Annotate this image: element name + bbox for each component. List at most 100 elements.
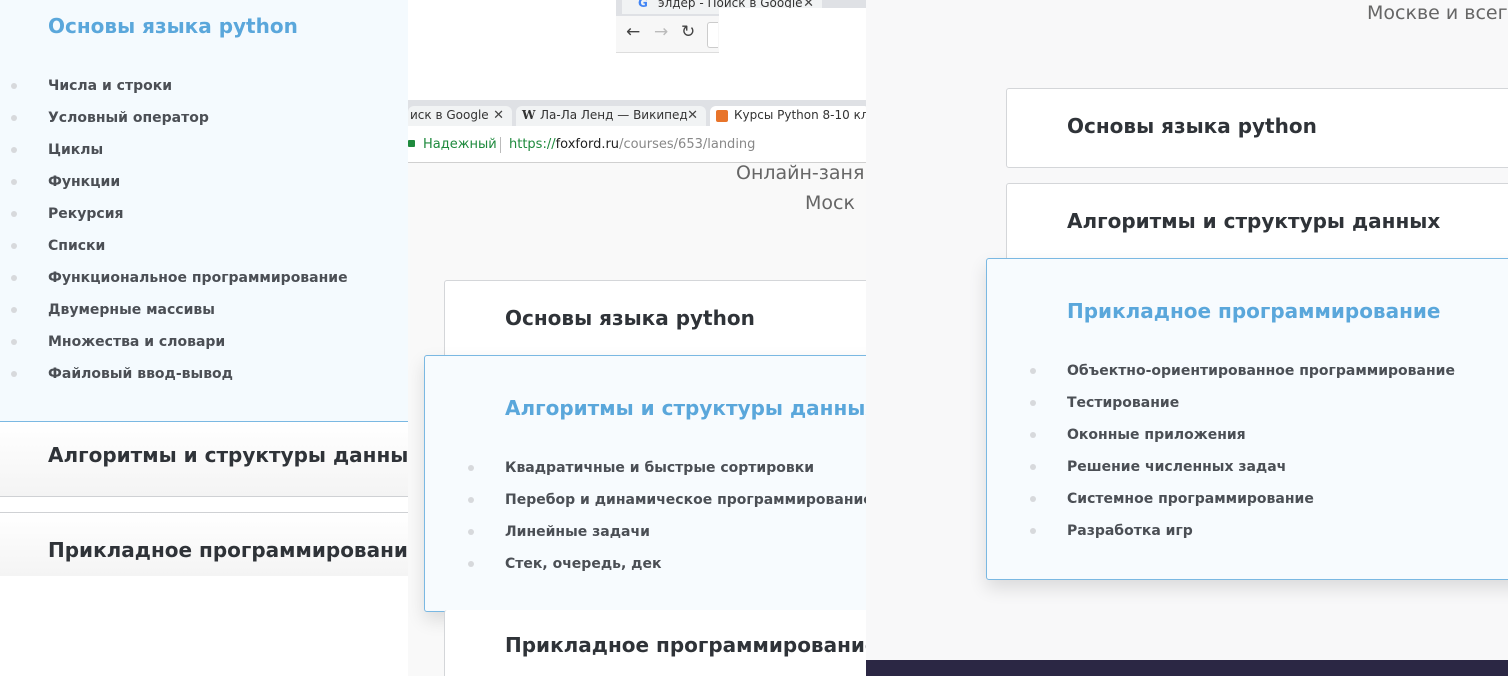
left-section-title-applied[interactable]: Прикладное программирование <box>48 538 408 562</box>
browser-top-fragment: G элдер - Поиск в Google ✕ ← → ↻ <box>616 0 866 100</box>
dark-footer-band <box>866 660 1508 676</box>
topic-label: Списки <box>48 238 106 254</box>
divider <box>500 137 501 153</box>
bullet-icon <box>11 147 17 153</box>
list-item: Условный оператор <box>11 110 209 126</box>
header-line: Москве и всег <box>1367 2 1508 24</box>
url-scheme: https:// <box>509 137 556 152</box>
card-title-python[interactable]: Основы языка python <box>505 306 755 330</box>
omnibox-edge[interactable] <box>707 22 718 48</box>
list-item: Множества и словари <box>11 334 226 350</box>
bullet-icon <box>1030 464 1036 470</box>
tab-google-search[interactable]: иск в Google ✕ <box>408 106 512 126</box>
list-item: Оконные приложения <box>1030 427 1246 443</box>
bullet-icon <box>11 243 17 249</box>
header-line-1: Онлайн-заня <box>736 162 865 184</box>
back-icon[interactable]: ← <box>626 22 640 42</box>
topic-label: Квадратичные и быстрые сортировки <box>505 460 815 476</box>
close-icon[interactable]: ✕ <box>493 108 504 123</box>
list-item: Файловый ввод-вывод <box>11 366 233 382</box>
list-item: Перебор и динамическое программирование <box>468 492 866 508</box>
card-title-applied[interactable]: Прикладное программирование <box>1067 299 1440 323</box>
topic-label: Числа и строки <box>48 78 173 94</box>
card-title-algorithms[interactable]: Алгоритмы и структуры данных <box>1067 209 1440 233</box>
tab-wikipedia[interactable]: W Ла-Ла Ленд — Википед ✕ <box>516 106 706 126</box>
tab-label: иск в Google <box>410 108 489 122</box>
bullet-icon <box>11 371 17 377</box>
topic-label: Перебор и динамическое программирование <box>505 492 866 508</box>
list-item: Решение численных задач <box>1030 459 1287 475</box>
list-item: Функциональное программирование <box>11 270 348 286</box>
close-icon[interactable]: ✕ <box>687 108 698 123</box>
bullet-icon <box>1030 368 1036 374</box>
list-item: Двумерные массивы <box>11 302 215 318</box>
topic-label: Функции <box>48 174 121 190</box>
list-item: Числа и строки <box>11 78 173 94</box>
list-item: Функции <box>11 174 121 190</box>
tab-foxford-active[interactable]: Курсы Python 8-10 класс <box>710 106 866 126</box>
list-item: Тестирование <box>1030 395 1180 411</box>
bullet-icon <box>11 115 17 121</box>
topic-label: Циклы <box>48 142 104 158</box>
url-path: /courses/653/landing <box>619 137 756 152</box>
bullet-icon <box>468 529 474 535</box>
topic-label: Решение численных задач <box>1067 459 1287 475</box>
list-item: Циклы <box>11 142 104 158</box>
left-course-panel: Основы языка python Числа и строки Услов… <box>0 0 408 576</box>
topic-label: Тестирование <box>1067 395 1180 411</box>
list-item: Объектно-ориентированное программировани… <box>1030 363 1455 379</box>
topic-label: Объектно-ориентированное программировани… <box>1067 363 1455 379</box>
list-item: Системное программирование <box>1030 491 1314 507</box>
lock-icon <box>408 140 415 147</box>
bullet-icon <box>1030 528 1036 534</box>
reload-icon[interactable]: ↻ <box>681 22 695 42</box>
right-course-panel: Москве и всег Основы языка python Алгори… <box>866 0 1508 676</box>
foxford-icon <box>716 110 728 122</box>
topic-label: Функциональное программирование <box>48 270 348 286</box>
list-item: Линейные задачи <box>468 524 650 540</box>
bullet-icon <box>11 339 17 345</box>
google-icon: G <box>638 0 648 10</box>
middle-browser-panel: иск в Google ✕ W Ла-Ла Ленд — Википед ✕ … <box>408 100 866 676</box>
bullet-icon <box>11 211 17 217</box>
list-item: Квадратичные и быстрые сортировки <box>468 460 815 476</box>
list-item: Стек, очередь, дек <box>468 556 662 572</box>
topic-label: Разработка игр <box>1067 523 1193 539</box>
bullet-icon <box>11 179 17 185</box>
url-text[interactable]: https://foxford.ru/courses/653/landing <box>509 137 755 152</box>
topic-label: Стек, очередь, дек <box>505 556 662 572</box>
bullet-icon <box>11 275 17 281</box>
bullet-icon <box>468 497 474 503</box>
bullet-icon <box>1030 400 1036 406</box>
card-title-python[interactable]: Основы языка python <box>1067 114 1317 138</box>
blank-area <box>719 8 866 100</box>
topic-label: Файловый ввод-вывод <box>48 366 233 382</box>
topic-label: Двумерные массивы <box>48 302 215 318</box>
secure-label: Надежный <box>423 137 497 152</box>
list-item: Разработка игр <box>1030 523 1193 539</box>
topic-label: Множества и словари <box>48 334 226 350</box>
topic-label: Системное программирование <box>1067 491 1314 507</box>
url-domain: foxford.ru <box>555 137 620 152</box>
address-bar[interactable]: Надежный https://foxford.ru/courses/653/… <box>408 126 866 163</box>
tab-label: Ла-Ла Ленд — Википед <box>540 108 688 122</box>
left-section-title-python[interactable]: Основы языка python <box>48 14 298 38</box>
topic-label: Линейные задачи <box>505 524 650 540</box>
bullet-icon <box>468 465 474 471</box>
topic-label: Оконные приложения <box>1067 427 1246 443</box>
topic-label: Условный оператор <box>48 110 209 126</box>
left-section-title-algorithms[interactable]: Алгоритмы и структуры данных <box>48 443 408 467</box>
bullet-icon <box>11 83 17 89</box>
list-item: Рекурсия <box>11 206 124 222</box>
bullet-icon <box>1030 432 1036 438</box>
bullet-icon <box>468 561 474 567</box>
header-line-2: Моск <box>805 192 855 214</box>
tab-label: Курсы Python 8-10 класс <box>734 108 866 122</box>
wikipedia-icon: W <box>522 108 536 122</box>
forward-icon[interactable]: → <box>654 22 668 42</box>
course-card-algorithms-expanded[interactable] <box>424 355 866 612</box>
topic-label: Рекурсия <box>48 206 124 222</box>
card-title-applied[interactable]: Прикладное программирование <box>505 633 866 657</box>
list-item: Списки <box>11 238 106 254</box>
card-title-algorithms[interactable]: Алгоритмы и структуры данных <box>505 396 866 420</box>
